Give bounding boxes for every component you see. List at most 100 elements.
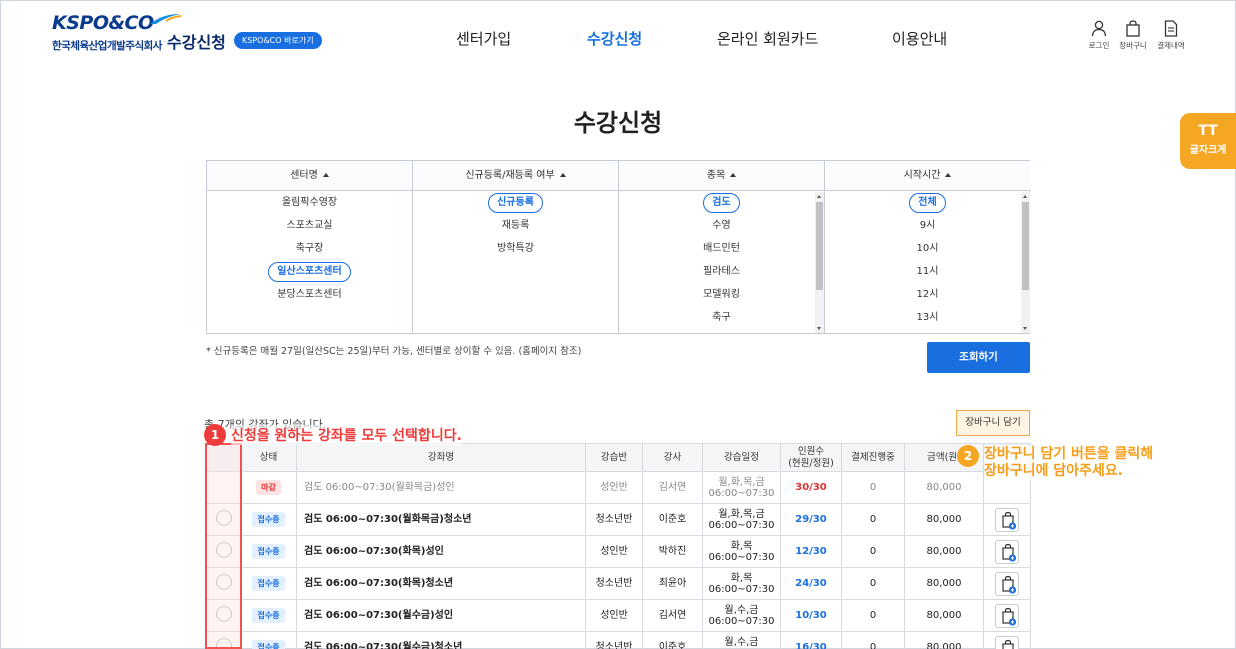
- table-row[interactable]: 접수중 검도 06:00~07:30(화목)청소년 청소년반 최윤아 화,목 06:00~…: [206, 567, 1031, 600]
- table-row[interactable]: 접수중 검도 06:00~07:30(월화목금)청소년 청소년반 이준호 월,화,목,금…: [206, 503, 1031, 536]
- row-course-name: 검도 06:00~07:30(월화목금)성인: [296, 471, 586, 504]
- scroll-thumb[interactable]: [1022, 202, 1029, 290]
- course-table: 상태 강좌명 강습반 강사 강습일정 인원수 (현원/정원) 결제진행중 금액(원…: [206, 443, 1031, 649]
- search-button[interactable]: 조회하기: [927, 342, 1030, 373]
- filter-center-header[interactable]: 센터명: [207, 161, 412, 191]
- nav-online-card[interactable]: 온라인 회원카드: [717, 28, 818, 49]
- filter-time-item[interactable]: 10시: [825, 239, 1030, 259]
- status-badge: 접수중: [252, 576, 285, 591]
- table-row[interactable]: 마감 검도 06:00~07:30(월화목금)성인 성인반 김서연 월,화,목,금 06:…: [206, 471, 1031, 504]
- row-status: 접수중: [240, 631, 297, 649]
- row-schedule: 월,화,목,금 06:00~07:30: [702, 503, 781, 536]
- row-cart-cell: [983, 503, 1031, 536]
- enrollment-count: 12/30: [795, 546, 827, 557]
- add-cart-icon[interactable]: [995, 635, 1019, 649]
- filter-register-item[interactable]: 방학특강: [413, 239, 618, 259]
- row-enrollment: 29/30: [780, 503, 842, 536]
- scroll-up-icon: [1023, 195, 1027, 198]
- enrollment-count: 10/30: [795, 610, 827, 621]
- row-class: 성인반: [585, 471, 643, 504]
- row-enrollment: 10/30: [780, 599, 842, 632]
- table-row[interactable]: 접수중 검도 06:00~07:30(월수금)성인 성인반 김서연 월,수,금 06:00…: [206, 599, 1031, 632]
- col-status: 상태: [240, 443, 297, 472]
- row-schedule-days: 월,수,금: [724, 636, 759, 648]
- login-button[interactable]: 로그인: [1081, 20, 1117, 51]
- row-price: 80,000: [904, 503, 984, 536]
- col-teacher: 강사: [642, 443, 703, 472]
- nav-course-apply[interactable]: 수강신청: [587, 28, 642, 49]
- filter-register-header[interactable]: 신규등록/재등록 여부: [413, 161, 618, 191]
- kspo-link-button[interactable]: KSPO&CO 바로가기: [234, 32, 322, 49]
- enrollment-count: 29/30: [795, 514, 827, 525]
- row-price: 80,000: [904, 631, 984, 649]
- add-cart-icon[interactable]: [995, 539, 1019, 564]
- row-schedule-days: 월,화,목,금: [718, 476, 765, 488]
- add-cart-icon[interactable]: [995, 507, 1019, 532]
- row-status: 접수중: [240, 535, 297, 568]
- page-title: 수강신청: [573, 109, 663, 137]
- filter-time-item-selected[interactable]: 전체: [825, 193, 1030, 213]
- filter-sport-item[interactable]: 배드민턴: [619, 239, 824, 259]
- add-cart-icon[interactable]: [995, 571, 1019, 596]
- add-cart-icon[interactable]: [995, 603, 1019, 628]
- filter-register-item-selected[interactable]: 신규등록: [413, 193, 618, 213]
- filter-time-scrollbar[interactable]: [1021, 192, 1030, 333]
- filter-sport-item-selected[interactable]: 검도: [619, 193, 824, 213]
- payment-history-button[interactable]: 결제내역: [1153, 20, 1189, 51]
- row-cart-cell: [983, 535, 1031, 568]
- table-row[interactable]: 접수중 검도 06:00~07:30(화목)성인 성인반 박하진 화,목 06:00~07…: [206, 535, 1031, 568]
- kspo-logo[interactable]: KSPO&CO 한국체육산업개발주식회사: [52, 12, 182, 52]
- filter-sport-item[interactable]: 축구: [619, 308, 824, 328]
- row-payment-pending: 0: [841, 567, 905, 600]
- status-badge: 마감: [256, 480, 281, 495]
- cart-button[interactable]: 장바구니: [1115, 20, 1151, 51]
- step-1-marker: 1: [204, 424, 226, 446]
- row-payment-pending: 0: [841, 599, 905, 632]
- col-enrollment-line: (현원/정원): [788, 457, 834, 469]
- filter-center-item[interactable]: 스포츠교실: [207, 216, 412, 236]
- col-payment-pending: 결제진행중: [841, 443, 905, 472]
- add-to-cart-button[interactable]: 장바구니 담기: [956, 410, 1030, 436]
- row-status: 마감: [240, 471, 297, 504]
- filter-center-item[interactable]: 올림픽수영장: [207, 193, 412, 213]
- sort-up-icon: [322, 173, 329, 177]
- filter-register-item[interactable]: 재등록: [413, 216, 618, 236]
- status-badge: 접수중: [252, 640, 285, 649]
- row-payment-pending: 0: [841, 503, 905, 536]
- scroll-down-icon: [817, 327, 821, 330]
- filter-sport-item[interactable]: 수영: [619, 216, 824, 236]
- sort-up-icon: [945, 173, 952, 177]
- nav-center-join[interactable]: 센터가입: [456, 28, 511, 49]
- row-course-name: 검도 06:00~07:30(월수금)성인: [296, 599, 586, 632]
- filter-sport-header[interactable]: 종목: [619, 161, 824, 191]
- row-schedule-time: 06:00~07:30: [708, 615, 775, 627]
- col-course-name: 강좌명: [296, 443, 586, 472]
- filter-time-item[interactable]: 12시: [825, 285, 1030, 305]
- filter-sport-item[interactable]: 필라테스: [619, 262, 824, 282]
- row-price: 80,000: [904, 535, 984, 568]
- logo-subtitle: 한국체육산업개발주식회사: [52, 40, 162, 52]
- row-class: 성인반: [585, 535, 643, 568]
- filter-center-item[interactable]: 분당스포츠센터: [207, 285, 412, 305]
- nav-guide[interactable]: 이용안내: [892, 28, 947, 49]
- filter-time-header[interactable]: 시작시간: [825, 161, 1030, 191]
- filter-time-item[interactable]: 13시: [825, 308, 1030, 328]
- filter-time-item[interactable]: 9시: [825, 216, 1030, 236]
- table-header-row: 상태 강좌명 강습반 강사 강습일정 인원수 (현원/정원) 결제진행중 금액(원…: [206, 443, 1031, 472]
- col-enrollment-line: 인원수: [797, 445, 825, 457]
- filter-time-item[interactable]: 11시: [825, 262, 1030, 282]
- row-price: 80,000: [904, 471, 984, 504]
- header: KSPO&CO 한국체육산업개발주식회사 수강신청 KSPO&CO 바로가기 센…: [0, 0, 1236, 76]
- filter-sport-scrollbar[interactable]: [815, 192, 824, 333]
- row-cart-cell: [983, 567, 1031, 600]
- filter-center-item-selected[interactable]: 일산스포츠센터: [207, 262, 412, 282]
- row-schedule-days: 월,화,목,금: [718, 508, 765, 520]
- enrollment-count: 24/30: [795, 578, 827, 589]
- table-row[interactable]: 접수중 검도 06:00~07:30(월수금)청소년청소년반이준호월,수,금06:…: [206, 631, 1031, 649]
- row-course-name: 검도 06:00~07:30(화목)성인: [296, 535, 586, 568]
- row-price: 80,000: [904, 599, 984, 632]
- filter-center-item[interactable]: 축구장: [207, 239, 412, 259]
- filter-sport-item[interactable]: 모델워킹: [619, 285, 824, 305]
- filter-register-type: 신규등록/재등록 여부 신규등록 재등록 방학특강: [413, 161, 619, 333]
- scroll-thumb[interactable]: [816, 202, 823, 290]
